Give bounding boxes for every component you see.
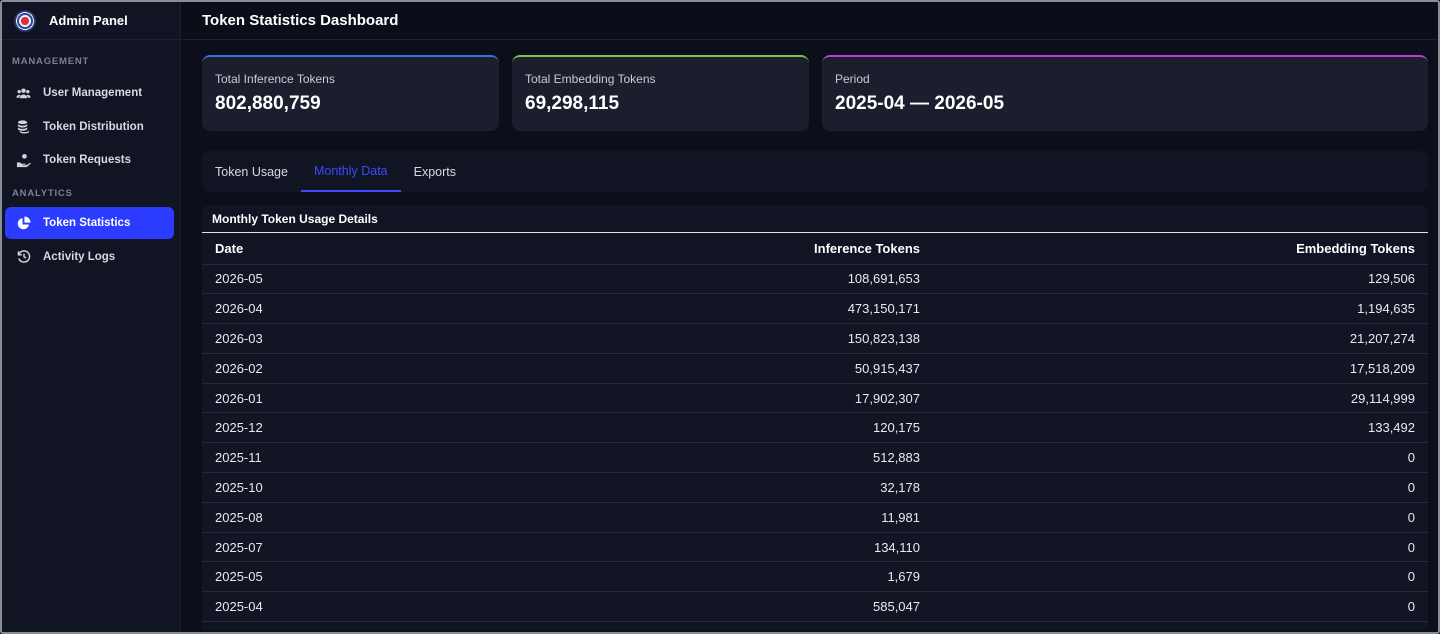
cell-date: 2025-04 — [202, 591, 502, 623]
cell-date: 2025-12 — [202, 412, 502, 444]
sidebar: Admin Panel MANAGEMENT User Management T… — [2, 2, 181, 632]
app-window: Admin Panel MANAGEMENT User Management T… — [0, 0, 1440, 634]
cell-embedding-tokens: 0 — [933, 591, 1428, 623]
column-header-date[interactable]: Date — [202, 233, 502, 265]
cell-date: 2026-03 — [202, 323, 502, 354]
pie-chart-icon — [16, 215, 31, 231]
cell-inference-tokens: 134,110 — [502, 532, 933, 563]
table-row: 2025-08 11,981 0 — [202, 502, 1428, 533]
sidebar-item-user-management[interactable]: User Management — [5, 77, 174, 109]
cell-date: 2025-11 — [202, 442, 502, 474]
card-value: 802,880,759 — [215, 93, 321, 114]
table-row: 2026-04 473,150,171 1,194,635 — [202, 293, 1428, 325]
cell-inference-tokens: 32,178 — [502, 472, 933, 503]
cell-inference-tokens: 1,679 — [502, 561, 933, 593]
table-row: 2025-07 134,110 0 — [202, 532, 1428, 563]
table-row: 2025-12 120,175 133,492 — [202, 412, 1428, 444]
cell-inference-tokens: 120,175 — [502, 412, 933, 444]
main-content: Token Statistics Dashboard Total Inferen… — [182, 2, 1438, 632]
summary-cards: Total Inference Tokens 802,880,759 Total… — [202, 55, 1428, 131]
card-total-inference: Total Inference Tokens 802,880,759 — [202, 55, 499, 131]
table-row: 2025-04 585,047 0 — [202, 591, 1428, 623]
table-row: 2025-10 32,178 0 — [202, 472, 1428, 503]
cell-embedding-tokens: 0 — [933, 502, 1428, 533]
table-header-row: Date Inference Tokens Embedding Tokens — [202, 233, 1428, 265]
table-row: 2026-01 17,902,307 29,114,999 — [202, 383, 1428, 414]
section-label-management: MANAGEMENT — [12, 56, 90, 67]
cell-inference-tokens: 17,902,307 — [502, 383, 933, 414]
tab-exports[interactable]: Exports — [401, 151, 469, 192]
tab-bar: Token Usage Monthly Data Exports — [202, 151, 1428, 192]
cell-date: 2025-10 — [202, 472, 502, 503]
monthly-usage-table: Date Inference Tokens Embedding Tokens 2… — [202, 233, 1428, 623]
table-body: 2026-05 108,691,653 129,506 2026-04 473,150,… — [202, 264, 1428, 623]
cell-date: 2025-07 — [202, 532, 502, 563]
brand: Admin Panel — [2, 2, 180, 40]
cell-inference-tokens: 50,915,437 — [502, 353, 933, 384]
sidebar-item-token-requests[interactable]: Token Requests — [5, 144, 174, 176]
cell-inference-tokens: 11,981 — [502, 502, 933, 533]
card-label: Period — [835, 72, 870, 86]
history-icon — [16, 249, 31, 264]
cell-embedding-tokens: 21,207,274 — [933, 323, 1428, 354]
cell-inference-tokens: 150,823,138 — [502, 323, 933, 354]
monthly-usage-panel: Monthly Token Usage Details Date Inferen… — [202, 205, 1428, 630]
brand-title: Admin Panel — [49, 13, 128, 28]
cell-inference-tokens: 585,047 — [502, 591, 933, 623]
column-header-inference[interactable]: Inference Tokens — [502, 233, 933, 265]
cell-embedding-tokens: 17,518,209 — [933, 353, 1428, 384]
cell-date: 2026-04 — [202, 293, 502, 325]
card-value: 69,298,115 — [525, 93, 620, 114]
cell-date: 2026-05 — [202, 264, 502, 295]
cell-date: 2026-02 — [202, 353, 502, 384]
panel-title: Monthly Token Usage Details — [202, 205, 1428, 233]
card-label: Total Inference Tokens — [215, 72, 335, 86]
sidebar-item-token-statistics[interactable]: Token Statistics — [5, 207, 174, 239]
cell-embedding-tokens: 29,114,999 — [933, 383, 1428, 414]
column-header-embedding[interactable]: Embedding Tokens — [933, 233, 1428, 265]
cell-embedding-tokens: 0 — [933, 532, 1428, 563]
sidebar-item-token-distribution[interactable]: Token Distribution — [5, 111, 174, 143]
hand-coin-icon — [16, 153, 31, 168]
cell-date: 2025-08 — [202, 502, 502, 533]
sidebar-item-activity-logs[interactable]: Activity Logs — [5, 241, 174, 273]
card-value: 2025-04 — 2026-05 — [835, 93, 1005, 114]
section-label-analytics: ANALYTICS — [12, 188, 73, 199]
sidebar-item-label: Token Distribution — [43, 120, 144, 133]
table-row: 2026-02 50,915,437 17,518,209 — [202, 353, 1428, 384]
cell-embedding-tokens: 0 — [933, 442, 1428, 474]
card-label: Total Embedding Tokens — [525, 72, 656, 86]
table-row: 2026-03 150,823,138 21,207,274 — [202, 323, 1428, 354]
tab-token-usage[interactable]: Token Usage — [202, 151, 301, 192]
cell-date: 2026-01 — [202, 383, 502, 414]
cell-embedding-tokens: 129,506 — [933, 264, 1428, 295]
cell-embedding-tokens: 133,492 — [933, 412, 1428, 444]
sidebar-item-label: Token Requests — [43, 154, 131, 166]
sidebar-item-label: Activity Logs — [43, 250, 116, 263]
sidebar-item-label: Token Statistics — [43, 217, 131, 229]
cell-date: 2025-05 — [202, 561, 502, 593]
page-title: Token Statistics Dashboard — [182, 2, 1438, 40]
table-row: 2025-11 512,883 0 — [202, 442, 1428, 474]
cell-embedding-tokens: 0 — [933, 561, 1428, 593]
tab-monthly-data[interactable]: Monthly Data — [300, 151, 401, 192]
card-total-embedding: Total Embedding Tokens 69,298,115 — [512, 55, 809, 131]
cell-inference-tokens: 473,150,171 — [502, 293, 933, 325]
sidebar-item-label: User Management — [43, 87, 143, 99]
table-row: 2025-05 1,679 0 — [202, 561, 1428, 593]
card-period: Period 2025-04 — 2026-05 — [822, 55, 1428, 131]
table-row: 2026-05 108,691,653 129,506 — [202, 264, 1428, 295]
cell-inference-tokens: 512,883 — [502, 442, 933, 474]
cell-embedding-tokens: 0 — [933, 472, 1428, 503]
logo-icon — [14, 9, 36, 32]
users-icon — [16, 86, 31, 101]
coins-icon — [16, 119, 31, 134]
cell-embedding-tokens: 1,194,635 — [933, 293, 1428, 325]
cell-inference-tokens: 108,691,653 — [502, 264, 933, 295]
